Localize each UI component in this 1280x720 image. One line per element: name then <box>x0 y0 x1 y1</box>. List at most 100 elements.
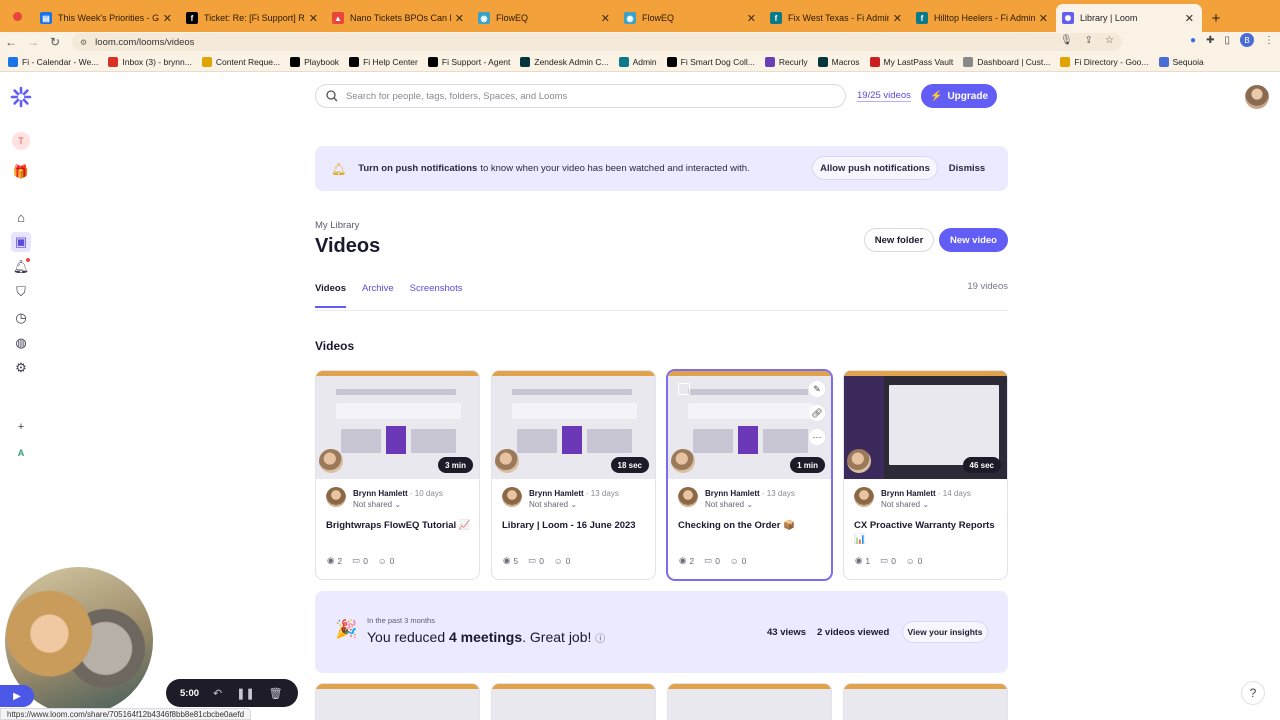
bookmark-item[interactable]: Dashboard | Cust... <box>963 56 1050 67</box>
dismiss-button[interactable]: Dismiss <box>945 156 989 180</box>
space-avatar[interactable]: A <box>11 443 31 463</box>
video-title[interactable]: Brightwraps FlowEQ Tutorial 📈 <box>326 519 474 533</box>
view-insights-button[interactable]: View your insights <box>902 621 988 643</box>
tab-close-icon[interactable]: ✕ <box>893 12 902 25</box>
video-card-partial[interactable] <box>843 683 1008 720</box>
sharing-dropdown[interactable]: Not shared ⌄ <box>705 500 753 509</box>
bookmark-item[interactable]: Recurly <box>764 56 808 67</box>
video-thumbnail[interactable]: 1 min ✎ 🔗︎ ⋯ <box>668 371 831 479</box>
clock-icon[interactable]: ◷ <box>11 308 31 328</box>
video-card[interactable]: 18 sec Brynn Hamlett · 13 days Not shared … <box>491 370 656 580</box>
bell-icon[interactable]: 🔔︎ <box>11 257 31 277</box>
video-title[interactable]: CX Proactive Warranty Reports 📊 <box>854 519 1002 547</box>
gift-icon[interactable]: 🎁 <box>11 162 31 182</box>
share-icon[interactable]: ⇪ <box>1085 35 1093 46</box>
info-icon[interactable]: ⓘ <box>595 634 605 645</box>
sharing-dropdown[interactable]: Not shared ⌄ <box>353 500 401 509</box>
bookmark-icon[interactable]: ⛉ <box>11 282 31 302</box>
browser-tab[interactable]: ◉ FlowEQ ✕ <box>618 4 764 32</box>
search-input[interactable]: Search for people, tags, folders, Spaces… <box>315 84 846 108</box>
edit-icon[interactable]: ✎ <box>809 381 825 397</box>
site-info-icon[interactable]: ⚙ <box>80 38 87 47</box>
forward-icon[interactable]: → <box>22 35 44 49</box>
user-avatar[interactable] <box>1245 85 1269 109</box>
tab-close-icon[interactable]: ✕ <box>1039 12 1048 25</box>
home-icon[interactable]: ⌂ <box>11 207 31 227</box>
breadcrumb[interactable]: My Library <box>315 220 359 231</box>
copy-link-icon[interactable]: 🔗︎ <box>809 405 825 421</box>
workspace-avatar[interactable]: T <box>11 131 31 151</box>
tab-close-icon[interactable]: ✕ <box>747 12 756 25</box>
profile-avatar[interactable]: B <box>1240 33 1254 47</box>
loom-logo-icon[interactable] <box>10 86 32 108</box>
puzzle-icon[interactable]: ✚ <box>1206 35 1214 46</box>
tab-screenshots[interactable]: Screenshots <box>410 283 463 308</box>
tab-archive[interactable]: Archive <box>362 283 394 308</box>
select-checkbox[interactable] <box>678 383 690 395</box>
extension-icon[interactable]: ● <box>1190 35 1196 46</box>
back-icon[interactable]: ← <box>0 35 22 49</box>
camera-toggle-icon[interactable]: ▶ <box>0 685 34 707</box>
browser-tab[interactable]: f Fix West Texas - Fi Admin ✕ <box>764 4 910 32</box>
address-bar[interactable]: ⚙ loom.com/looms/videos 🎙 ⇪ ☆ <box>72 33 1122 51</box>
browser-tab[interactable]: ▲ Nano Tickets BPOs Can Ha ✕ <box>326 4 472 32</box>
bookmark-item[interactable]: My LastPass Vault <box>869 56 953 67</box>
sidebar-icon[interactable]: ▯ <box>1224 35 1230 46</box>
upgrade-button[interactable]: ⚡ Upgrade <box>921 84 997 108</box>
new-folder-button[interactable]: New folder <box>864 228 934 252</box>
trash-icon[interactable]: 🗑︎ <box>269 687 283 700</box>
bookmark-item[interactable]: Playbook <box>290 56 339 67</box>
video-card[interactable]: 46 sec Brynn Hamlett · 14 days Not shared … <box>843 370 1008 580</box>
bookmark-item[interactable]: Fi Help Center <box>349 56 418 67</box>
add-space-icon[interactable]: + <box>11 417 31 437</box>
bookmark-item[interactable]: Fi - Calendar - We... <box>8 56 98 67</box>
browser-tab[interactable]: ▤ This Week's Priorities - Go ✕ <box>34 4 180 32</box>
tab-close-icon[interactable]: ✕ <box>163 12 172 25</box>
browser-tab[interactable]: f Hilltop Heelers - Fi Admin ✕ <box>910 4 1056 32</box>
undo-icon[interactable]: ↶ <box>213 687 222 700</box>
sharing-dropdown[interactable]: Not shared ⌄ <box>881 500 929 509</box>
globe-icon[interactable]: ◍ <box>11 333 31 353</box>
window-close-dot[interactable] <box>0 0 34 32</box>
browser-tab[interactable]: ✺ Library | Loom ✕ <box>1056 4 1202 32</box>
bookmark-item[interactable]: Sequoia <box>1158 56 1204 67</box>
more-options-icon[interactable]: ⋯ <box>809 429 825 445</box>
video-quota-link[interactable]: 19/25 videos <box>857 90 911 102</box>
kebab-menu-icon[interactable]: ⋮ <box>1264 35 1274 46</box>
bookmark-item[interactable]: Macros <box>817 56 860 67</box>
help-button[interactable]: ? <box>1241 681 1265 705</box>
video-card[interactable]: 1 min ✎ 🔗︎ ⋯ Brynn Hamlett · 13 days Not shar… <box>667 370 832 580</box>
tab-close-icon[interactable]: ✕ <box>1185 12 1194 25</box>
mic-icon[interactable]: 🎙 <box>1060 35 1073 46</box>
browser-tab[interactable]: f Ticket: Re: [Fi Support] Re ✕ <box>180 4 326 32</box>
new-tab-button[interactable]: + <box>1202 4 1230 32</box>
tab-close-icon[interactable]: ✕ <box>601 12 610 25</box>
settings-gear-icon[interactable]: ⚙ <box>11 358 31 378</box>
video-title[interactable]: Library | Loom - 16 June 2023 <box>502 519 650 533</box>
bookmark-star-icon[interactable]: ☆ <box>1105 35 1114 46</box>
tab-videos[interactable]: Videos <box>315 283 346 308</box>
bookmark-item[interactable]: Inbox (3) - brynn... <box>108 56 192 67</box>
new-video-button[interactable]: New video <box>939 228 1008 252</box>
bookmark-item[interactable]: Fi Directory - Goo... <box>1060 56 1149 67</box>
video-card-partial[interactable] <box>315 683 480 720</box>
browser-tab[interactable]: ◉ FlowEQ ✕ <box>472 4 618 32</box>
video-thumbnail[interactable]: 46 sec <box>844 371 1007 479</box>
video-title[interactable]: Checking on the Order 📦 <box>678 519 826 533</box>
allow-push-button[interactable]: Allow push notifications <box>812 156 938 180</box>
video-card-partial[interactable] <box>667 683 832 720</box>
video-card-partial[interactable] <box>491 683 656 720</box>
video-card[interactable]: 3 min Brynn Hamlett · 10 days Not shared ⌄… <box>315 370 480 580</box>
bookmark-item[interactable]: Fi Smart Dog Coll... <box>666 56 755 67</box>
pause-icon[interactable]: ❚❚ <box>236 687 254 700</box>
video-thumbnail[interactable]: 3 min <box>316 371 479 479</box>
reload-icon[interactable]: ↻ <box>44 35 66 49</box>
video-thumbnail[interactable]: 18 sec <box>492 371 655 479</box>
library-icon[interactable]: ▣ <box>11 232 31 252</box>
bookmark-item[interactable]: Content Reque... <box>201 56 280 67</box>
tab-close-icon[interactable]: ✕ <box>309 12 318 25</box>
bookmark-item[interactable]: Admin <box>618 56 657 67</box>
bookmark-item[interactable]: Zendesk Admin C... <box>520 56 609 67</box>
tab-close-icon[interactable]: ✕ <box>455 12 464 25</box>
bookmark-item[interactable]: Fi Support - Agent <box>427 56 510 67</box>
